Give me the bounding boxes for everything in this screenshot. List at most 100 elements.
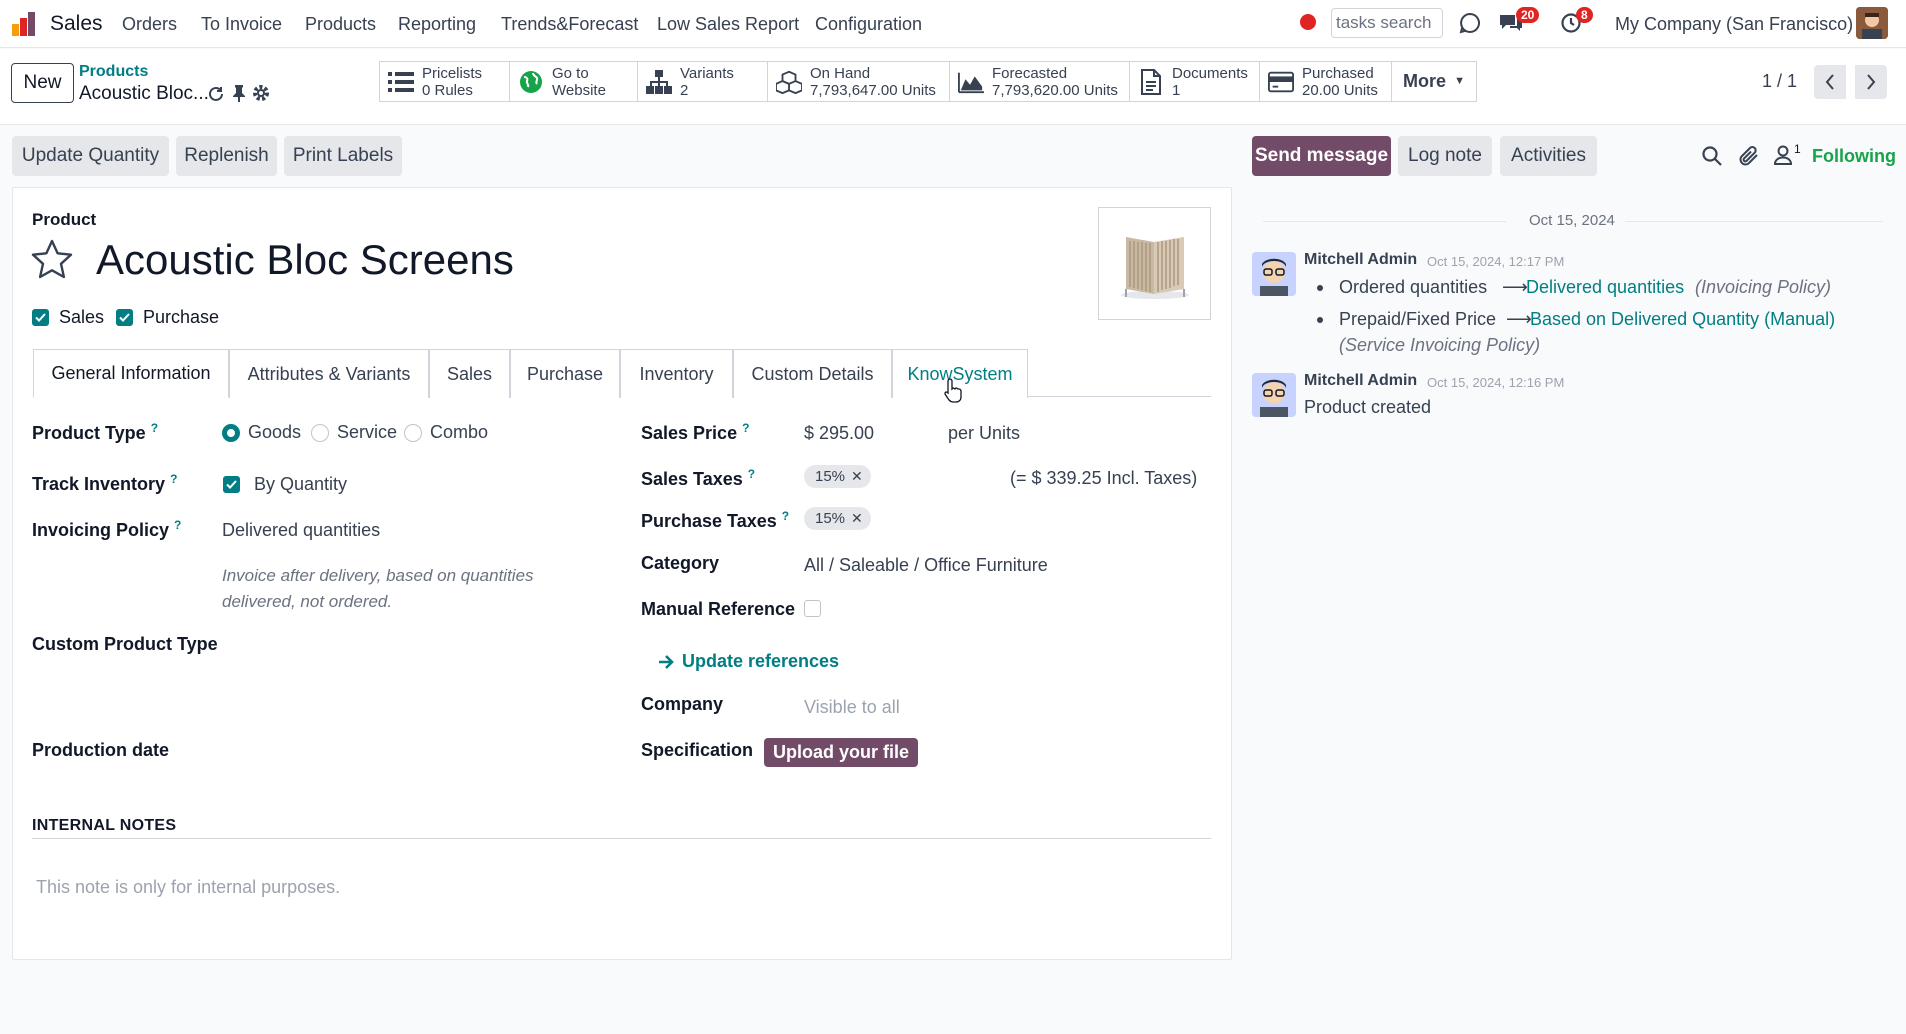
message-author[interactable]: Mitchell Admin [1304, 251, 1417, 269]
service-label: Service [337, 422, 398, 442]
more-smart-button[interactable]: More ▼ [1392, 62, 1476, 101]
favorite-star-icon[interactable] [31, 239, 73, 284]
breadcrumb-products[interactable]: Products [79, 63, 148, 81]
tab-attributes-variants[interactable]: Attributes & Variants [229, 349, 429, 398]
internal-notes-input[interactable]: This note is only for internal purposes. [36, 877, 340, 898]
purchased-smart-button[interactable]: Purchased 20.00 Units [1260, 62, 1392, 101]
company-field[interactable]: Visible to all [804, 697, 900, 718]
menu-low-sales-report[interactable]: Low Sales Report [657, 14, 799, 35]
purchased-label: Purchased [1302, 64, 1374, 82]
app-title[interactable]: Sales [50, 12, 103, 36]
radio-selected-icon [222, 423, 240, 442]
update-references-button[interactable]: Update references [658, 651, 839, 672]
search-icon[interactable] [1702, 146, 1722, 171]
forecasted-value: 7,793,620.00 Units [992, 81, 1118, 99]
menu-orders[interactable]: Orders [122, 14, 177, 35]
category-value[interactable]: All / Saleable / Office Furniture [804, 555, 1048, 576]
change-old-value: Prepaid/Fixed Price [1339, 309, 1497, 329]
discuss-icon[interactable] [1458, 11, 1482, 40]
help-icon: ? [150, 421, 159, 435]
tab-custom-details[interactable]: Custom Details [733, 349, 892, 398]
date-divider-right [1625, 221, 1883, 222]
menu-trends-forecast[interactable]: Trends&Forecast [501, 14, 638, 35]
pager-value[interactable]: 1 / 1 [1762, 71, 1797, 92]
pager-previous-button[interactable] [1814, 65, 1846, 99]
checkbox-checked-icon [223, 476, 240, 493]
discard-refresh-icon[interactable] [207, 85, 225, 108]
documents-smart-button[interactable]: Documents 1 [1130, 62, 1260, 101]
sales-tax-tag[interactable]: 15% ✕ [804, 465, 871, 488]
message-timestamp: Oct 15, 2024, 12:17 PM [1427, 254, 1565, 269]
production-date-field[interactable] [222, 734, 592, 766]
sales-tax-tag-label: 15% [815, 468, 846, 485]
product-type-service-radio[interactable]: Service [311, 422, 397, 443]
activities-button[interactable]: Activities [1500, 136, 1597, 176]
upload-file-button[interactable]: Upload your file [764, 738, 918, 767]
replenish-button[interactable]: Replenish [176, 136, 277, 176]
purchase-taxes-label: Purchase Taxes ? [641, 509, 790, 531]
author-avatar[interactable] [1252, 373, 1296, 417]
purchase-checkbox[interactable]: Purchase [116, 307, 219, 328]
message-body: Product created [1304, 397, 1432, 417]
website-label-1: Go to [552, 64, 589, 82]
top-navbar: Sales Orders To Invoice Products Reporti… [0, 0, 1906, 48]
company-switcher[interactable]: My Company (San Francisco) [1615, 14, 1853, 35]
pager-next-button[interactable] [1855, 65, 1887, 99]
manual-reference-checkbox[interactable] [804, 600, 821, 617]
remove-tag-icon[interactable]: ✕ [851, 468, 863, 485]
product-name[interactable]: Acoustic Bloc Screens [96, 236, 514, 284]
pricelists-smart-button[interactable]: Pricelists 0 Rules [380, 62, 510, 101]
specification-label: Specification [641, 740, 754, 760]
print-labels-button[interactable]: Print Labels [284, 136, 402, 176]
update-references-label: Update references [682, 651, 840, 671]
purchase-tax-tag[interactable]: 15% ✕ [804, 507, 871, 530]
user-avatar[interactable] [1856, 7, 1888, 39]
acoustic-screen-image [1120, 236, 1189, 299]
pin-icon[interactable] [232, 84, 246, 107]
arrow-right-icon: ⟶ [1506, 309, 1532, 329]
send-message-button[interactable]: Send message [1252, 136, 1391, 176]
log-note-button[interactable]: Log note [1398, 136, 1492, 176]
smart-buttons: Pricelists 0 Rules Go to Website Variants 2… [379, 61, 1477, 102]
product-type-goods-radio[interactable]: Goods [222, 422, 301, 443]
forecasted-smart-button[interactable]: Forecasted 7,793,620.00 Units [950, 62, 1130, 101]
on-hand-smart-button[interactable]: On Hand 7,793,647.00 Units [768, 62, 950, 101]
record-indicator-icon[interactable] [1300, 14, 1316, 30]
menu-configuration[interactable]: Configuration [815, 14, 922, 35]
message-author[interactable]: Mitchell Admin [1304, 372, 1417, 390]
change-new-value: Delivered quantities [1526, 277, 1685, 297]
go-to-website-smart-button[interactable]: Go to Website [510, 62, 638, 101]
gear-icon[interactable] [252, 84, 270, 107]
new-button[interactable]: New [11, 63, 74, 103]
product-type-combo-radio[interactable]: Combo [404, 422, 488, 443]
author-avatar[interactable] [1252, 252, 1296, 296]
tab-inventory[interactable]: Inventory [620, 349, 733, 398]
website-label-2: Website [552, 81, 606, 99]
tab-general-information[interactable]: General Information [33, 349, 229, 398]
sales-checkbox[interactable]: Sales [32, 307, 104, 328]
arrow-right-icon [659, 654, 674, 669]
sales-price-value[interactable]: $ 295.00 [804, 423, 874, 444]
following-button[interactable]: Following [1812, 146, 1896, 167]
invoicing-policy-hint: Invoice after delivery, based on quantit… [222, 566, 534, 611]
custom-product-type-field[interactable] [222, 628, 592, 660]
menu-products[interactable]: Products [305, 14, 376, 35]
menu-to-invoice[interactable]: To Invoice [201, 14, 282, 35]
paperclip-icon[interactable] [1738, 145, 1760, 172]
update-quantity-button[interactable]: Update Quantity [12, 136, 169, 176]
product-type-label: Product Type ? [32, 421, 159, 443]
document-icon [1138, 68, 1164, 95]
sales-app-icon[interactable] [10, 10, 38, 38]
menu-reporting[interactable]: Reporting [398, 14, 476, 35]
track-inventory-checkbox[interactable]: By Quantity [223, 474, 347, 495]
variants-smart-button[interactable]: Variants 2 [638, 62, 768, 101]
tab-purchase[interactable]: Purchase [510, 349, 620, 398]
invoicing-policy-value[interactable]: Delivered quantities [222, 520, 380, 541]
checkbox-checked-icon [116, 309, 133, 326]
product-image[interactable] [1098, 207, 1211, 320]
tab-sales[interactable]: Sales [429, 349, 510, 398]
tasks-search-input[interactable]: tasks search [1331, 8, 1443, 38]
followers-icon[interactable] [1773, 145, 1793, 170]
remove-tag-icon[interactable]: ✕ [851, 510, 863, 527]
pricelists-label: Pricelists [422, 64, 483, 82]
